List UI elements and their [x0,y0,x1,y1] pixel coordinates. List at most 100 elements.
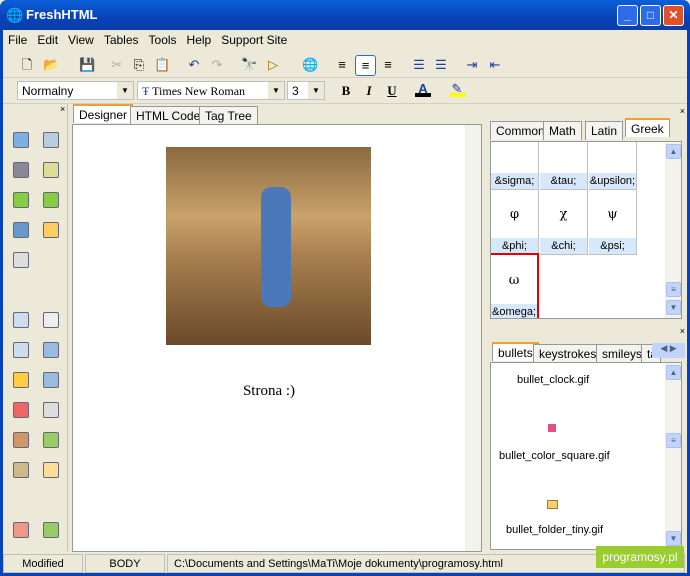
scroll-down-icon[interactable]: ▼ [666,531,681,546]
char-entity: &sigma; [491,173,538,189]
image-button-icon[interactable] [43,402,59,418]
char-cell[interactable]: τ&tau; [540,142,588,190]
line-break-icon[interactable] [43,192,59,208]
tab-common[interactable]: Common [490,121,551,140]
textarea-icon[interactable] [43,342,59,358]
designer-canvas[interactable]: Strona :) [72,124,482,552]
watermark: programosy.pl [596,546,684,568]
char-cell[interactable]: χ &chi; [540,189,588,255]
chars-scrollbar[interactable]: ▲ ≡ ▼ [665,142,681,318]
tab-greek[interactable]: Greek [625,118,670,137]
align-center-icon[interactable]: ≡ [355,55,376,76]
char-cell[interactable]: υ&upsilon; [589,142,637,190]
list-item[interactable]: bullet_folder_tiny.gif [506,524,603,536]
char-glyph: υ [589,142,636,173]
tab-tag-tree[interactable]: Tag Tree [199,106,258,125]
align-left-icon[interactable]: ≡ [334,57,350,73]
scroll-up-icon[interactable]: ▲ [666,365,681,380]
outdent-icon[interactable]: ⇤ [487,57,503,73]
font-select[interactable]: Ŧ Times New Roman ▼ [137,81,285,100]
hidden-field-icon[interactable] [13,522,29,538]
text-field-icon[interactable] [43,312,59,328]
minimize-button[interactable]: _ [617,5,638,26]
label-icon[interactable] [43,522,59,538]
select-icon[interactable] [43,432,59,448]
new-icon[interactable]: 🗋 [19,57,35,73]
style-select[interactable]: Normalny ▼ [17,81,134,100]
script-icon[interactable] [13,252,29,268]
find-icon[interactable]: 🔭 [241,57,257,73]
tab-latin[interactable]: Latin [585,121,624,140]
char-cell[interactable]: ψ &psi; [589,189,637,255]
tab-bullets[interactable]: bullets [492,342,539,361]
horizontal-rule-icon[interactable] [13,162,29,178]
close-icon[interactable]: × [490,106,685,116]
tab-designer[interactable]: Designer [73,104,134,123]
editor-scrollbar[interactable] [465,125,481,551]
underline-button[interactable]: U [384,83,400,99]
tab-scroll-arrows[interactable]: ◀ ▶ [652,343,685,358]
hyperlink-icon[interactable]: 🌐 [302,57,318,73]
bullets-scrollbar[interactable]: ▲ ≡ ▼ [665,363,681,549]
char-glyph: χ [559,207,568,222]
scroll-up-icon[interactable]: ▲ [666,144,681,159]
menu-help[interactable]: Help [182,30,217,50]
font-color-icon[interactable]: A [415,81,431,97]
list-box-icon[interactable] [13,462,29,478]
menu-support-site[interactable]: Support Site [216,30,292,50]
greek-chars-grid: σ&sigma; τ&tau; υ&upsilon; φ&phi; χ&chi;… [490,141,682,319]
status-modified: Modified [3,554,83,573]
scroll-thumb[interactable]: ≡ [666,282,681,297]
char-cell-selected[interactable]: ω &omega; [491,253,539,318]
size-select[interactable]: 3 ▼ [287,81,325,100]
tab-keystrokes[interactable]: keystrokes [533,344,603,363]
char-glyph: σ [491,142,538,173]
radio-icon[interactable] [43,372,59,388]
nbsp-icon[interactable] [13,192,29,208]
tab-math[interactable]: Math [543,121,582,140]
align-right-icon[interactable]: ≡ [380,57,396,73]
image-icon[interactable] [13,132,29,148]
table-icon[interactable] [43,132,59,148]
list-item[interactable]: bullet_color_square.gif [499,450,610,462]
form-icon[interactable] [13,312,29,328]
maximize-button[interactable]: □ [640,5,661,26]
fieldset-icon[interactable] [43,462,59,478]
menu-edit[interactable]: Edit [32,30,63,50]
undo-icon[interactable]: ↶ [186,57,202,73]
password-field-icon[interactable] [13,342,29,358]
anchor-icon[interactable] [13,222,29,238]
image-map-icon[interactable] [13,432,29,448]
scroll-down-icon[interactable]: ▼ [666,300,681,315]
italic-button[interactable]: I [361,83,377,99]
checkbox-icon[interactable] [13,372,29,388]
save-icon[interactable]: 💾 [79,57,95,73]
unordered-list-icon[interactable]: ☰ [433,57,449,73]
menu-tables[interactable]: Tables [99,30,144,50]
menu-tools[interactable]: Tools [144,30,182,50]
char-cell[interactable]: φ &phi; [491,189,539,255]
char-cell[interactable]: σ&sigma; [491,142,539,190]
menu-file[interactable]: File [3,30,32,50]
menu-view[interactable]: View [63,30,99,50]
close-icon[interactable]: × [490,326,685,336]
preview-icon[interactable]: ▷ [265,57,281,73]
calendar-icon[interactable] [43,162,59,178]
tab-html-code[interactable]: HTML Code [130,106,207,125]
scroll-thumb[interactable]: ≡ [666,433,681,448]
close-button[interactable]: ✕ [663,5,684,26]
close-icon[interactable]: × [60,104,65,114]
page-photo[interactable] [166,147,371,345]
indent-icon[interactable]: ⇥ [464,57,480,73]
highlight-icon[interactable]: ✎ [449,81,465,97]
button-icon[interactable] [13,402,29,418]
comment-icon[interactable] [43,222,59,238]
paste-icon[interactable]: 📋 [154,57,170,73]
bold-button[interactable]: B [338,83,354,99]
cut-icon[interactable]: ✂ [109,57,125,73]
redo-icon[interactable]: ↷ [209,57,225,73]
list-item[interactable]: bullet_clock.gif [517,374,589,386]
ordered-list-icon[interactable]: ☰ [411,57,427,73]
copy-icon[interactable]: ⎘ [131,57,147,73]
open-icon[interactable]: 📂 [43,57,59,73]
